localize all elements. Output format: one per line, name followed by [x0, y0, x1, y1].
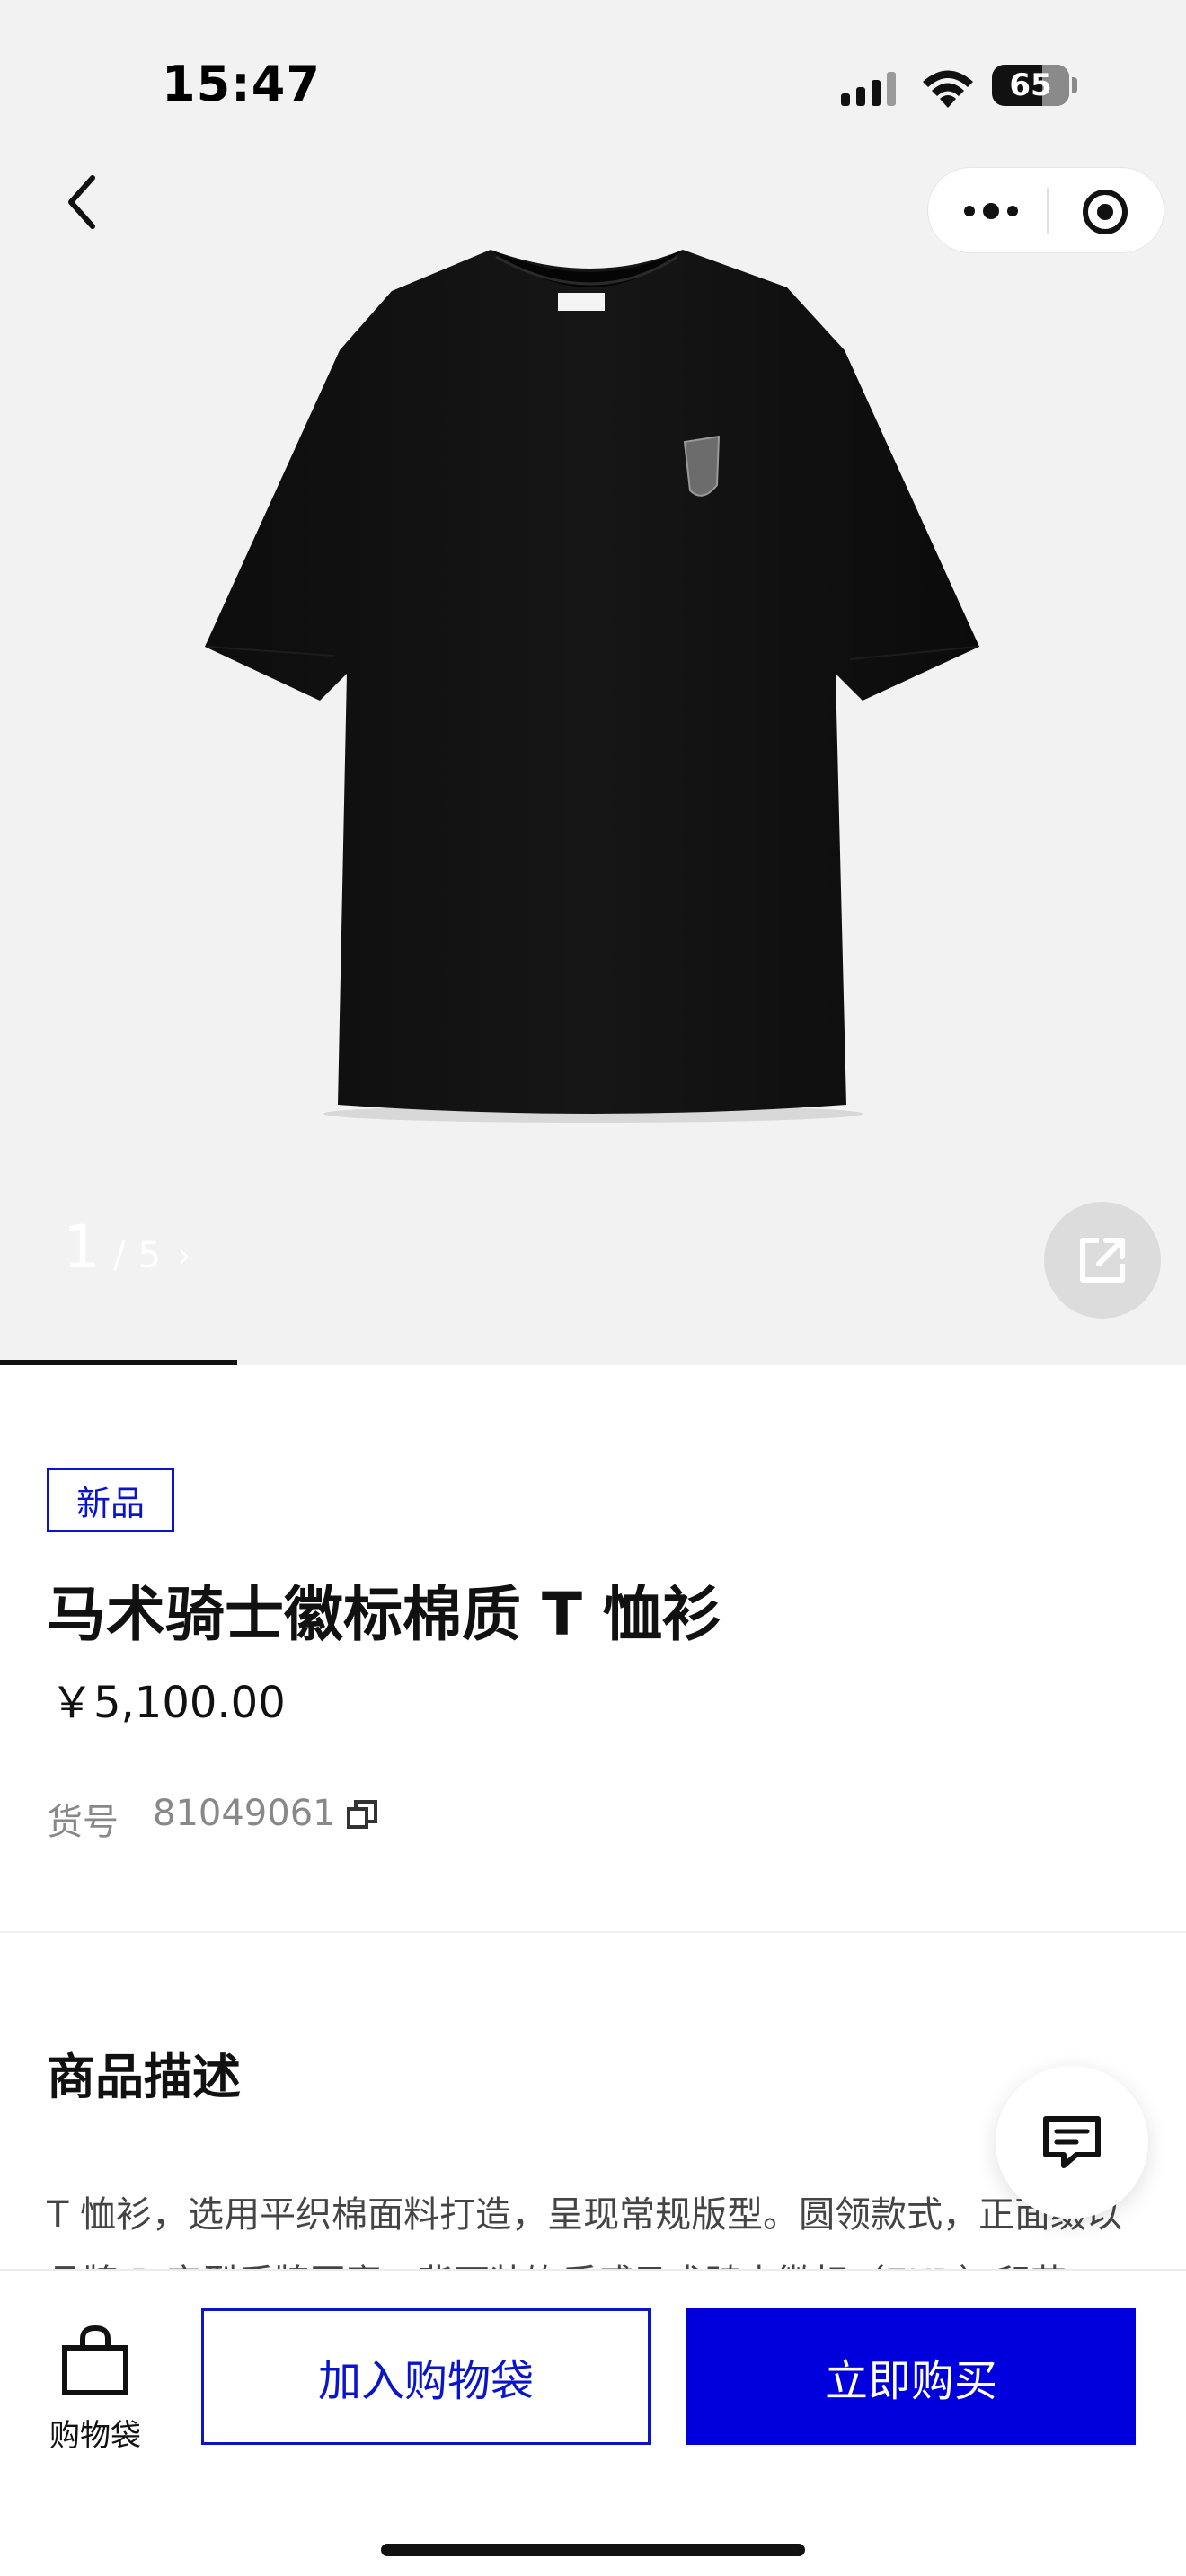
image-counter-current: 1 — [63, 1213, 101, 1282]
sku-label: 货号 — [47, 1802, 119, 1843]
shopping-bag-icon — [62, 2325, 128, 2395]
more-dots-icon[interactable] — [955, 193, 1027, 229]
wifi-icon — [923, 70, 973, 108]
description-text: T 恤衫，选用平织棉面料打造，呈现常规版型。圆领款式，正面缀以品牌 B 字型质牌… — [47, 2194, 1123, 2271]
chevron-right-icon[interactable]: › — [177, 1235, 191, 1276]
target-circle-icon[interactable] — [1081, 188, 1129, 236]
battery-tip — [1072, 77, 1077, 93]
gallery-progress-fill — [0, 1360, 237, 1365]
capsule-divider — [1047, 188, 1049, 234]
chat-message-icon — [1043, 2116, 1101, 2168]
back-button[interactable] — [50, 162, 113, 243]
shopping-bag-label: 购物袋 — [49, 2418, 141, 2454]
product-gallery[interactable]: 15:47 65 1 / 5 › — [0, 0, 1186, 1365]
status-bar: 15:47 65 — [0, 0, 1186, 162]
status-time: 15:47 — [162, 56, 321, 112]
gallery-progress-track — [0, 1360, 1186, 1365]
sku-value: 81049061 — [153, 1793, 336, 1834]
buy-now-button[interactable]: 立即购买 — [686, 2308, 1136, 2445]
description-heading: 商品描述 — [47, 2049, 241, 2105]
cellular-signal-icon — [841, 72, 896, 106]
add-to-bag-button[interactable]: 加入购物袋 — [201, 2308, 651, 2445]
image-counter-separator: / — [113, 1235, 126, 1276]
product-price: ￥5,100.00 — [50, 1678, 286, 1728]
chevron-left-icon — [68, 175, 95, 229]
image-counter-total: 5 — [137, 1235, 161, 1276]
home-indicator — [381, 2544, 805, 2556]
image-counter: 1 / 5 › — [63, 1213, 191, 1282]
product-title: 马术骑士徽标棉质 T 恤衫 — [47, 1580, 721, 1649]
new-badge: 新品 — [47, 1468, 174, 1532]
customer-service-button[interactable] — [996, 2066, 1148, 2219]
shopping-bag-button[interactable]: 购物袋 — [32, 2317, 158, 2454]
bottom-action-bar: 购物袋 加入购物袋 立即购买 — [0, 2269, 1186, 2576]
battery-icon: 65 — [992, 65, 1069, 106]
copy-icon[interactable] — [345, 1798, 379, 1832]
share-external-icon — [1080, 1238, 1125, 1283]
battery-level: 65 — [1009, 67, 1052, 103]
section-divider — [0, 1931, 1186, 1933]
share-button[interactable] — [1044, 1202, 1161, 1319]
product-image-tshirt[interactable] — [180, 225, 1006, 1132]
